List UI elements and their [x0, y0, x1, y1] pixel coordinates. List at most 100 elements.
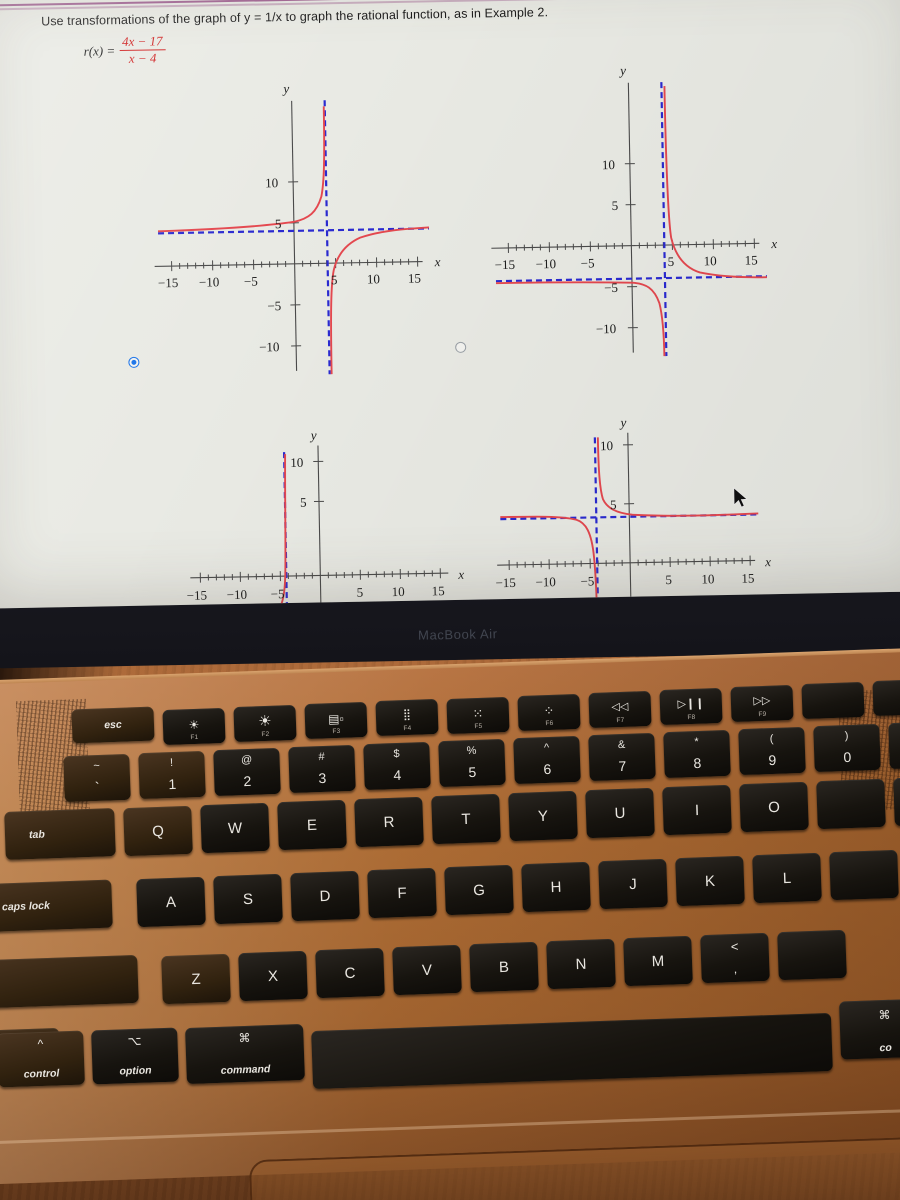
key-2[interactable]: @ 2: [213, 747, 281, 797]
key-x[interactable]: X: [238, 950, 308, 1002]
choice-d-ylabel: y: [618, 415, 626, 430]
svg-text:−15: −15: [495, 257, 516, 272]
key-period[interactable]: [777, 929, 847, 981]
key-q[interactable]: Q: [123, 805, 193, 857]
key-f8[interactable]: ▷❙❙ F8: [659, 687, 723, 726]
svg-text:−5: −5: [244, 274, 258, 289]
screenshot-root: MacBook Air Use transformations of the g…: [0, 0, 900, 1200]
key-i-label: I: [694, 801, 700, 819]
key-d[interactable]: D: [290, 870, 360, 922]
keyboard-brightness-up-icon: ⁘: [543, 702, 555, 719]
choice-a-x-axis: [154, 260, 423, 267]
key-m[interactable]: M: [623, 935, 693, 987]
key-f[interactable]: F: [367, 867, 437, 919]
key-8-top: *: [694, 735, 699, 749]
key-r[interactable]: R: [354, 796, 424, 848]
key-f8-fnlabel: F8: [687, 713, 696, 722]
macbook-air-brand-label: MacBook Air: [417, 626, 498, 643]
key-k-label: K: [704, 872, 716, 890]
key-option[interactable]: ⌥ option: [91, 1027, 179, 1085]
key-f2[interactable]: ☀ F2: [233, 704, 297, 743]
key-t[interactable]: T: [431, 793, 501, 845]
choice-a-panel[interactable]: x y −15 −10 −5 5 10 15 10 5 −5 −10: [128, 76, 446, 381]
key-2-bot: 2: [243, 772, 252, 790]
key-j[interactable]: J: [598, 858, 668, 910]
key-6-top: ^: [543, 741, 550, 755]
key-o[interactable]: O: [739, 781, 809, 833]
key-f9[interactable]: ▷▷ F9: [730, 684, 794, 723]
key-f11[interactable]: [872, 678, 900, 717]
key-f3[interactable]: ▤▫ F3: [304, 701, 368, 740]
key-f10[interactable]: [801, 681, 865, 720]
key-f5-fnlabel: F5: [474, 722, 483, 731]
key-w[interactable]: W: [200, 802, 270, 854]
svg-text:−15: −15: [187, 588, 208, 603]
key-shift-left[interactable]: [0, 954, 139, 1010]
key-esc[interactable]: esc: [71, 706, 155, 744]
choice-a-graph: x y −15 −10 −5 5 10 15 10 5 −5 −10: [154, 81, 441, 375]
key-u[interactable]: U: [585, 787, 655, 839]
svg-text:5: 5: [331, 272, 338, 287]
key-c[interactable]: C: [315, 947, 385, 999]
key-s[interactable]: S: [213, 873, 283, 925]
key-4[interactable]: $ 4: [363, 741, 431, 791]
key-b-label: B: [498, 958, 510, 976]
key-9[interactable]: ( 9: [738, 726, 806, 776]
key-e[interactable]: E: [277, 799, 347, 851]
key-1[interactable]: ! 1: [138, 750, 206, 800]
key-y[interactable]: Y: [508, 790, 578, 842]
choice-c-curve: [195, 454, 287, 609]
key-v[interactable]: V: [392, 944, 462, 996]
key-f5[interactable]: ⁙ F5: [446, 696, 510, 735]
key-g[interactable]: G: [444, 864, 514, 916]
brightness-down-icon: ☀: [188, 717, 200, 732]
svg-text:−10: −10: [259, 339, 280, 354]
key-tab[interactable]: tab: [4, 808, 116, 860]
choice-d-x-axis: [497, 559, 756, 566]
key-5[interactable]: % 5: [438, 738, 506, 788]
key-bracket-left[interactable]: [893, 775, 900, 827]
key-h[interactable]: H: [521, 861, 591, 913]
key-f1[interactable]: ☀ F1: [162, 707, 226, 746]
choice-c-panel[interactable]: x y −15 −10 −5 5 10 15 10 5: [178, 421, 482, 609]
choice-b-radio[interactable]: [455, 341, 467, 353]
key-l[interactable]: L: [752, 852, 822, 904]
key-a[interactable]: A: [136, 876, 206, 928]
svg-text:−5: −5: [580, 573, 594, 588]
key-9-bot: 9: [768, 751, 777, 769]
choice-a-radio[interactable]: [128, 356, 140, 368]
command-right-icon: ⌘: [878, 1007, 891, 1023]
key-z[interactable]: Z: [161, 953, 231, 1005]
key-n[interactable]: N: [546, 938, 616, 990]
key-0-bot: 0: [843, 748, 852, 766]
key-f4[interactable]: ⣿ F4: [375, 698, 439, 737]
svg-text:5: 5: [275, 216, 282, 231]
fast-forward-icon: ▷▷: [753, 694, 771, 708]
key-f7[interactable]: ◁◁ F7: [588, 690, 652, 729]
key-7-bot: 7: [618, 757, 627, 775]
key-command-right[interactable]: ⌘ co: [839, 998, 900, 1060]
key-caps-lock[interactable]: caps lock: [0, 879, 113, 933]
key-semicolon[interactable]: [829, 849, 899, 901]
key-control-label: control: [23, 1067, 60, 1081]
key-i[interactable]: I: [662, 784, 732, 836]
key-f6[interactable]: ⁘ F6: [517, 693, 581, 732]
key-backtick[interactable]: ~ `: [63, 753, 131, 803]
key-control[interactable]: ^ control: [0, 1030, 85, 1088]
key-6[interactable]: ^ 6: [513, 735, 581, 785]
key-o-label: O: [767, 798, 781, 816]
key-p[interactable]: [816, 778, 886, 830]
choice-d-panel[interactable]: x y −15 −10 −5 5 10 15 10 5 −5: [484, 408, 788, 609]
key-command-left[interactable]: ⌘ command: [185, 1023, 305, 1085]
key-0[interactable]: ) 0: [813, 723, 881, 773]
choice-b-panel[interactable]: x y −15 −10 −5 5 10 15 10 5 −5 −10: [455, 58, 783, 363]
key-3[interactable]: # 3: [288, 744, 356, 794]
key-minus[interactable]: [888, 720, 900, 770]
key-b[interactable]: B: [469, 941, 539, 993]
key-comma[interactable]: < ,: [700, 932, 770, 984]
key-7[interactable]: & 7: [588, 732, 656, 782]
key-k[interactable]: K: [675, 855, 745, 907]
option-icon: ⌥: [127, 1033, 142, 1049]
key-8[interactable]: * 8: [663, 729, 731, 779]
key-r-label: R: [383, 813, 395, 831]
